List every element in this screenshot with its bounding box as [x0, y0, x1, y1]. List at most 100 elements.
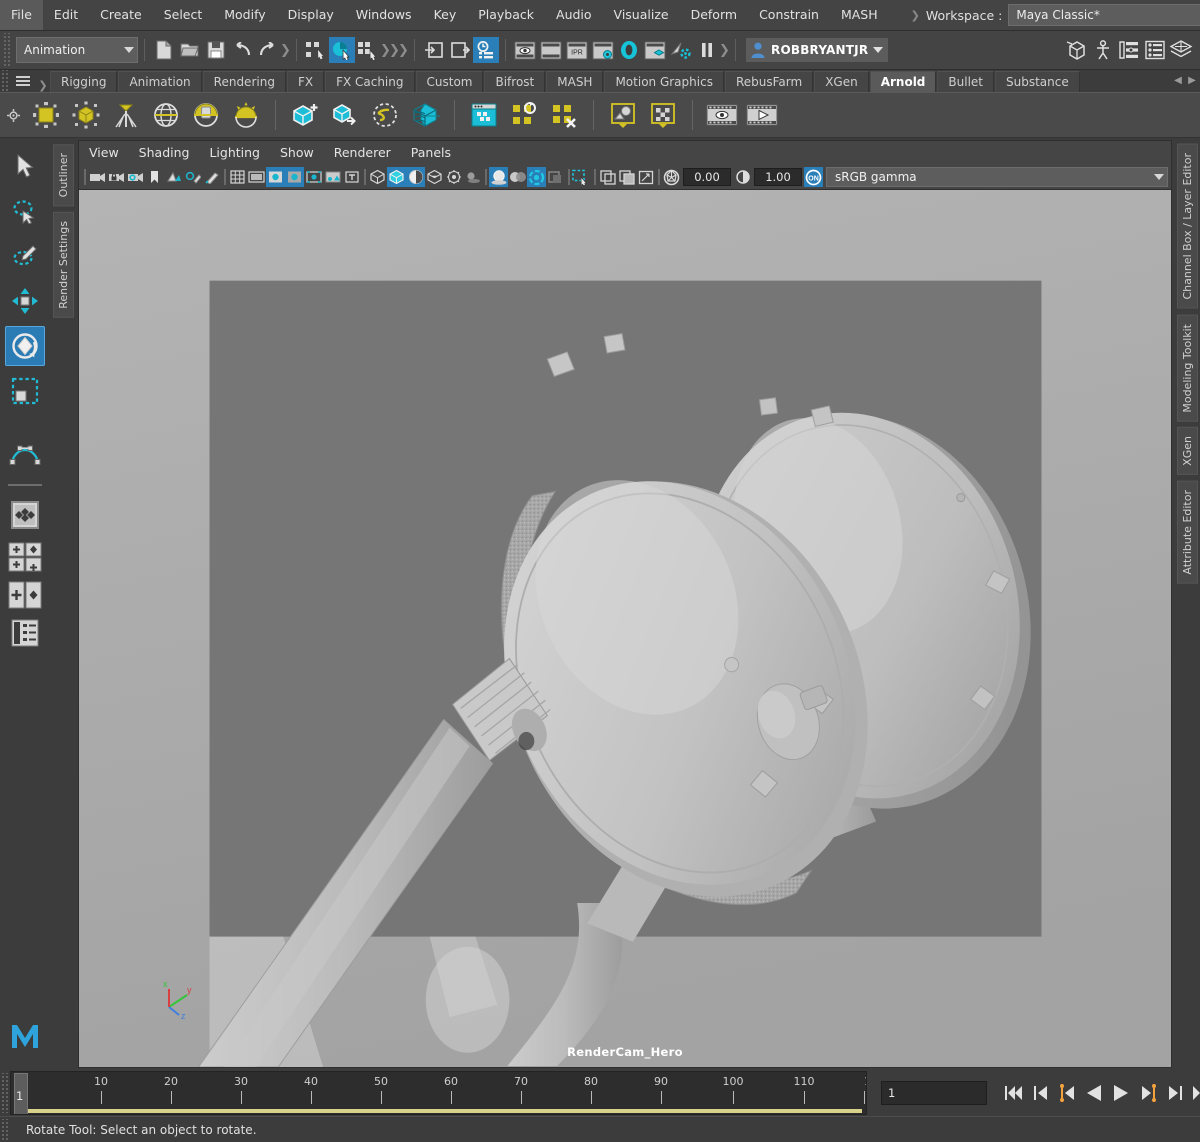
shadow-icon[interactable]	[463, 167, 482, 187]
arnold-skydome-light-icon[interactable]	[146, 96, 186, 134]
menu-set-dropdown[interactable]: Animation	[16, 37, 138, 63]
menu-file[interactable]: File	[0, 0, 43, 30]
shelf-tab-rigging[interactable]: Rigging	[50, 71, 117, 92]
menu-select[interactable]: Select	[153, 0, 214, 30]
step-forward-keyframe-icon[interactable]	[1163, 1080, 1187, 1106]
current-frame-field[interactable]: 1	[881, 1081, 987, 1105]
rotate-tool[interactable]	[5, 326, 45, 366]
shelf-tab-substance[interactable]: Substance	[995, 71, 1080, 92]
field-chart-icon[interactable]	[304, 167, 323, 187]
shelf-grip[interactable]	[0, 70, 10, 92]
select-tool[interactable]	[5, 146, 45, 186]
smooth-shade-all-icon[interactable]	[387, 167, 406, 187]
exposure-icon[interactable]	[662, 167, 681, 187]
menu-windows[interactable]: Windows	[345, 0, 423, 30]
gamma-field[interactable]: 1.00	[754, 168, 802, 186]
soft-select-tool[interactable]	[5, 434, 45, 474]
panel-menu-view[interactable]: View	[79, 141, 129, 165]
menu-audio[interactable]: Audio	[545, 0, 603, 30]
arnold-play-sequence-icon[interactable]	[742, 96, 782, 134]
play-forwards-icon[interactable]	[1109, 1080, 1133, 1106]
status-bar-grip[interactable]	[0, 1119, 10, 1141]
view-transform-icon[interactable]: ON	[804, 167, 823, 187]
flat-shade-icon[interactable]	[425, 167, 444, 187]
arnold-photometric-light-icon[interactable]	[106, 96, 146, 134]
shelf-tab-animation[interactable]: Animation	[118, 71, 201, 92]
gamma-icon[interactable]	[733, 167, 752, 187]
exposure-field[interactable]: 0.00	[683, 168, 731, 186]
shelf-tab-mash[interactable]: MASH	[546, 71, 603, 92]
xray-mode-icon[interactable]	[598, 167, 617, 187]
light-editor-icon[interactable]	[668, 37, 694, 63]
arnold-flare-remove-icon[interactable]	[544, 96, 584, 134]
camera-lock-icon[interactable]	[107, 167, 126, 187]
workspace-dropdown[interactable]: Maya Classic*	[1008, 4, 1200, 26]
right-tab-modeling-toolkit[interactable]: Modeling Toolkit	[1177, 315, 1198, 422]
menu-deform[interactable]: Deform	[680, 0, 748, 30]
select-by-object-icon[interactable]	[329, 37, 355, 63]
attribute-editor-icon[interactable]	[1116, 37, 1142, 63]
arnold-standin-export-icon[interactable]	[325, 96, 365, 134]
menu-constrain[interactable]: Constrain	[748, 0, 830, 30]
panel-menu-shading[interactable]: Shading	[129, 141, 200, 165]
arnold-sky-icon[interactable]	[226, 96, 266, 134]
arnold-area-light-icon[interactable]	[26, 96, 66, 134]
open-scene-icon[interactable]	[177, 37, 203, 63]
play-backwards-icon[interactable]	[1082, 1080, 1106, 1106]
time-slider[interactable]: 1 10 20 30 40 50 60 70 80 90 100 110 12	[10, 1071, 867, 1115]
shelf-menu-icon[interactable]	[10, 70, 36, 92]
arnold-light-manager-icon[interactable]	[603, 96, 643, 134]
color-transform-dropdown[interactable]: sRGB gamma	[826, 167, 1168, 187]
menu-key[interactable]: Key	[423, 0, 468, 30]
render-current-frame-icon[interactable]	[512, 37, 538, 63]
panel-menu-panels[interactable]: Panels	[401, 141, 461, 165]
xray-joints-icon[interactable]	[617, 167, 636, 187]
scroll-left-icon[interactable]: ◀	[1172, 72, 1184, 88]
four-view-layout[interactable]	[5, 540, 45, 574]
shelf-tab-bullet[interactable]: Bullet	[937, 71, 994, 92]
right-tab-channel-box[interactable]: Channel Box / Layer Editor	[1177, 144, 1198, 309]
gate-mask-icon[interactable]	[285, 167, 304, 187]
hypershade-icon[interactable]	[616, 37, 642, 63]
safe-title-icon[interactable]	[342, 167, 361, 187]
arnold-flare-icon[interactable]	[504, 96, 544, 134]
shelf-tab-motion-graphics[interactable]: Motion Graphics	[604, 71, 724, 92]
camera-select-icon[interactable]	[88, 167, 107, 187]
render-setup-icon[interactable]	[642, 37, 668, 63]
grease-pencil-icon[interactable]	[183, 167, 202, 187]
input-connections-icon[interactable]	[421, 37, 447, 63]
shelf-tab-arnold[interactable]: Arnold	[870, 71, 937, 92]
shelf-tab-bifrost[interactable]: Bifrost	[484, 71, 545, 92]
single-perspective-layout[interactable]	[5, 495, 45, 535]
user-account-dropdown[interactable]: ROBBRYANTJR	[746, 38, 888, 62]
arnold-volume-icon[interactable]	[405, 96, 445, 134]
paint-select-tool[interactable]	[5, 236, 45, 276]
layer-editor-icon[interactable]	[1168, 37, 1194, 63]
move-tool[interactable]	[5, 281, 45, 321]
select-by-hierarchy-icon[interactable]	[303, 37, 329, 63]
redo-icon[interactable]	[255, 37, 281, 63]
new-scene-icon[interactable]	[151, 37, 177, 63]
human-ik-icon[interactable]	[1090, 37, 1116, 63]
right-tab-xgen[interactable]: XGen	[1177, 427, 1198, 475]
panel-menu-lighting[interactable]: Lighting	[199, 141, 270, 165]
arnold-standin-create-icon[interactable]	[285, 96, 325, 134]
image-plane-icon[interactable]	[164, 167, 183, 187]
right-tab-attribute-editor[interactable]: Attribute Editor	[1177, 481, 1198, 584]
bookmark-icon[interactable]	[145, 167, 164, 187]
output-connections-icon[interactable]	[447, 37, 473, 63]
shelf-options-icon[interactable]	[0, 95, 26, 135]
paint-effects-icon[interactable]	[202, 167, 221, 187]
menu-visualize[interactable]: Visualize	[603, 0, 680, 30]
menu-playback[interactable]: Playback	[467, 0, 545, 30]
arnold-curve-collector-icon[interactable]	[365, 96, 405, 134]
step-back-keyframe-icon[interactable]	[1028, 1080, 1052, 1106]
shadows-toggle-icon[interactable]	[489, 167, 508, 187]
safe-action-icon[interactable]	[323, 167, 342, 187]
shelf-tab-fx-caching[interactable]: FX Caching	[325, 71, 414, 92]
menu-mash[interactable]: MASH	[830, 0, 889, 30]
camera-attributes-icon[interactable]	[126, 167, 145, 187]
shelf-tab-fx[interactable]: FX	[287, 71, 324, 92]
outliner-persp-layout[interactable]	[5, 616, 45, 650]
isolate-select-icon[interactable]	[572, 167, 591, 187]
